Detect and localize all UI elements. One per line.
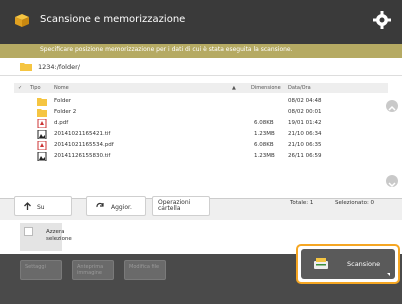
rename-file-button[interactable]: Modifica file bbox=[124, 260, 166, 280]
scroll-up-button[interactable] bbox=[386, 100, 398, 112]
file-date: 26/11 06:59 bbox=[288, 153, 322, 159]
folder-open-icon bbox=[20, 63, 32, 71]
file-row[interactable]: 20141021165421.tif 1.23MB 21/10 06:34 bbox=[14, 129, 388, 140]
app-header: Scansione e memorizzazione bbox=[0, 0, 402, 44]
gear-icon[interactable] bbox=[372, 10, 392, 30]
instruction-bar: Specificare posizione memorizzazione per… bbox=[0, 44, 402, 58]
file-row[interactable]: 20141021165534.pdf 6.08KB 21/10 06:35 bbox=[14, 140, 388, 151]
file-name: 20141021165421.tif bbox=[54, 131, 111, 137]
selected-count: Selezionato: 0 bbox=[335, 200, 375, 206]
checkbox-icon bbox=[24, 227, 33, 236]
clear-selection-button[interactable]: Azzera selezione bbox=[20, 223, 72, 251]
instruction-text: Specificare posizione memorizzazione per… bbox=[40, 46, 293, 53]
image-preview-label: Anteprima immagine bbox=[77, 264, 104, 276]
pdf-file-icon bbox=[37, 141, 47, 150]
settings-button[interactable]: Settaggi bbox=[20, 260, 62, 280]
file-row[interactable]: d.pdf 6.08KB 19/01 01:42 bbox=[14, 118, 388, 129]
file-row[interactable]: Folder 08/02 04:48 bbox=[14, 96, 388, 107]
column-type[interactable]: Tipo bbox=[30, 85, 41, 91]
scan-button-body: Scansione bbox=[301, 249, 395, 279]
update-label: Aggior. bbox=[111, 204, 132, 211]
path-text: 1234:/folder/ bbox=[38, 63, 80, 71]
folder-operations-label: Operazioni cartella bbox=[158, 199, 191, 212]
column-date[interactable]: Data/Ora bbox=[288, 85, 311, 91]
chevron-up-icon bbox=[388, 105, 396, 111]
scanner-icon bbox=[314, 258, 328, 269]
folder-operations-button[interactable]: Operazioni cartella bbox=[152, 196, 210, 216]
up-folder-button[interactable]: Su bbox=[14, 196, 72, 216]
clear-selection-label: Azzera selezione bbox=[46, 229, 72, 242]
file-name: Folder bbox=[54, 98, 71, 104]
file-size: 1.23MB bbox=[254, 131, 275, 137]
chevron-down-icon bbox=[388, 182, 396, 188]
tif-file-icon bbox=[37, 130, 47, 139]
tif-file-icon bbox=[37, 152, 47, 161]
file-list-header: ✓ Tipo Nome ▲ Dimensione Data/Ora bbox=[14, 83, 388, 93]
page-title: Scansione e memorizzazione bbox=[40, 14, 186, 25]
up-label: Su bbox=[37, 204, 45, 211]
corner-arrow-icon bbox=[387, 273, 390, 276]
scan-label: Scansione bbox=[347, 260, 381, 268]
current-path: 1234:/folder/ bbox=[0, 58, 402, 76]
file-date: 19/01 01:42 bbox=[288, 120, 322, 126]
rename-file-label: Modifica file bbox=[129, 264, 160, 270]
column-name[interactable]: Nome bbox=[54, 85, 69, 91]
file-date: 08/02 00:01 bbox=[288, 109, 322, 115]
file-name: 20141126155830.tif bbox=[54, 153, 111, 159]
pdf-file-icon bbox=[37, 119, 47, 128]
file-date: 21/10 06:35 bbox=[288, 142, 322, 148]
file-row[interactable]: Folder 2 08/02 00:01 bbox=[14, 107, 388, 118]
file-name: Folder 2 bbox=[54, 109, 77, 115]
column-check[interactable]: ✓ bbox=[18, 85, 22, 91]
file-navigation-bar: Su Aggior. Operazioni cartella Totale: 1… bbox=[0, 196, 402, 220]
sort-arrow-icon[interactable]: ▲ bbox=[232, 85, 236, 91]
arrow-up-icon bbox=[24, 202, 31, 210]
update-button[interactable]: Aggior. bbox=[86, 196, 146, 216]
file-size: 6.08KB bbox=[254, 142, 274, 148]
file-size: 1.23MB bbox=[254, 153, 275, 159]
file-name: 20141021165534.pdf bbox=[54, 142, 114, 148]
folder-store-icon bbox=[15, 14, 29, 27]
total-count: Totale: 1 bbox=[290, 200, 314, 206]
column-size[interactable]: Dimensione bbox=[251, 85, 281, 91]
folder-icon bbox=[37, 109, 47, 117]
refresh-icon bbox=[96, 202, 104, 208]
folder-icon bbox=[37, 98, 47, 106]
settings-label: Settaggi bbox=[25, 264, 46, 270]
scan-button[interactable]: Scansione bbox=[296, 244, 400, 284]
file-date: 21/10 06:34 bbox=[288, 131, 322, 137]
file-row[interactable]: 20141126155830.tif 1.23MB 26/11 06:59 bbox=[14, 151, 388, 162]
file-name: d.pdf bbox=[54, 120, 69, 126]
file-size: 6.08KB bbox=[254, 120, 274, 126]
image-preview-button[interactable]: Anteprima immagine bbox=[72, 260, 114, 280]
file-date: 08/02 04:48 bbox=[288, 98, 322, 104]
scroll-down-button[interactable] bbox=[386, 175, 398, 188]
